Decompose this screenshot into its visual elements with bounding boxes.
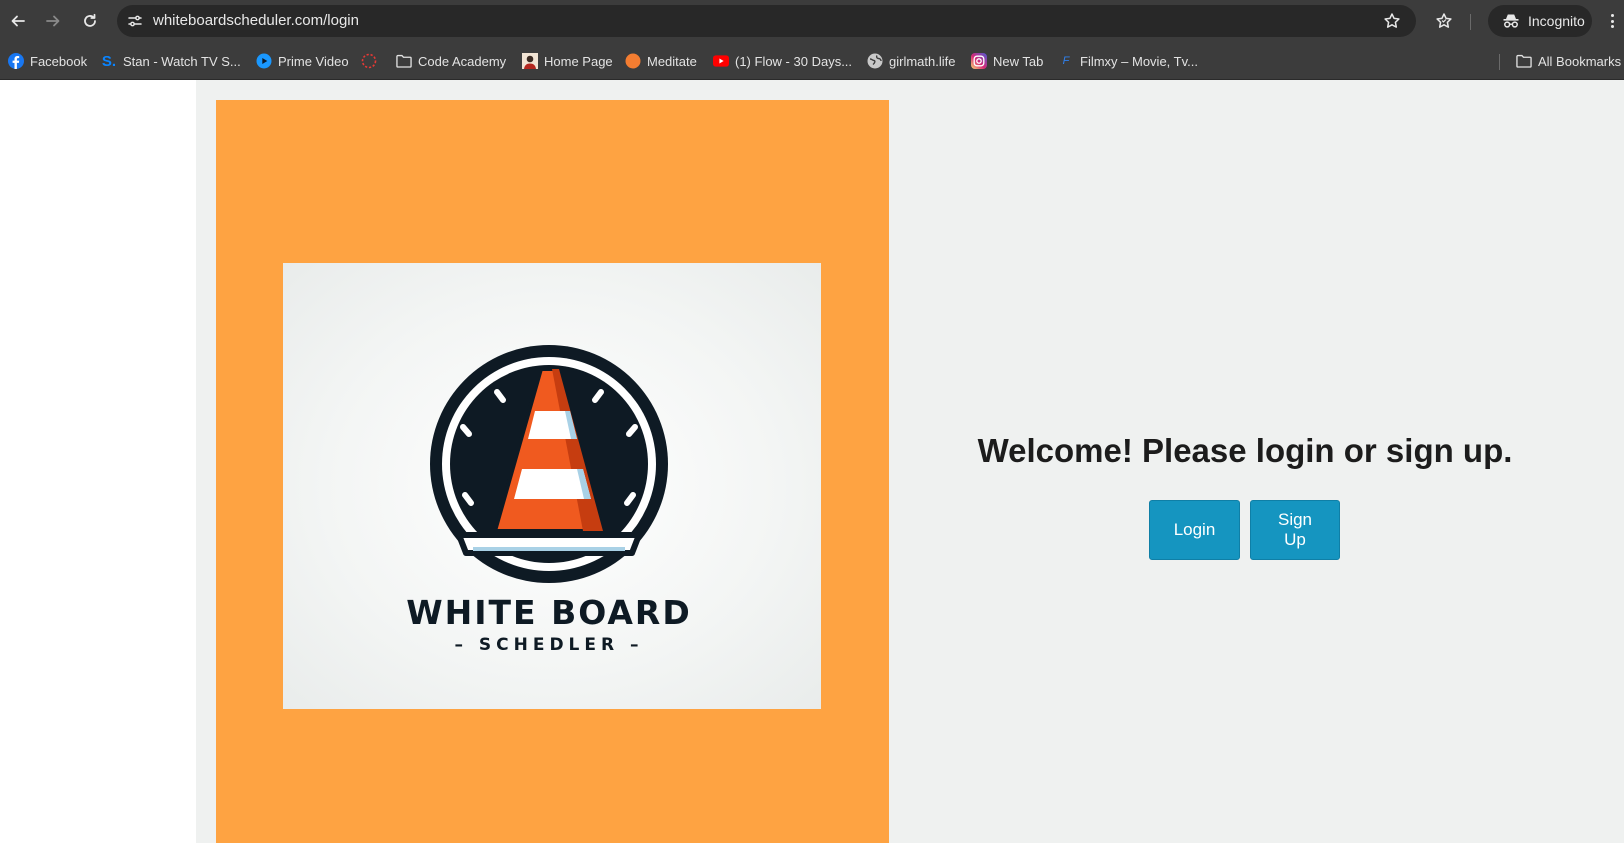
site-settings-icon[interactable] bbox=[125, 11, 145, 31]
bookmark-prime-video[interactable]: Prime Video bbox=[256, 50, 349, 72]
bookmark-home-page[interactable]: Home Page bbox=[522, 50, 613, 72]
bookmark-flow[interactable]: (1) Flow - 30 Days... bbox=[713, 50, 852, 72]
incognito-icon bbox=[1502, 12, 1520, 30]
url-text[interactable]: whiteboardscheduler.com/login bbox=[153, 12, 359, 29]
folder-icon bbox=[1516, 53, 1532, 69]
toolbar-divider bbox=[1470, 14, 1471, 30]
logo-title: WHITE BOARD bbox=[406, 593, 692, 632]
bookmarks-bar: Facebook S. Stan - Watch TV S... Prime V… bbox=[0, 43, 1624, 80]
bookmark-girlmath[interactable]: girlmath.life bbox=[867, 50, 955, 72]
incognito-label: Incognito bbox=[1528, 13, 1585, 29]
bookmark-facebook[interactable]: Facebook bbox=[8, 50, 87, 72]
globe-icon bbox=[867, 53, 883, 69]
browser-menu-icon[interactable] bbox=[1606, 11, 1618, 31]
loading-circle-icon bbox=[361, 53, 377, 69]
avatar-icon bbox=[522, 53, 538, 69]
reading-list-star-icon[interactable] bbox=[1434, 11, 1454, 31]
folder-icon bbox=[396, 53, 412, 69]
arrow-right-icon bbox=[46, 15, 60, 27]
bookmark-code-academy[interactable]: Code Academy bbox=[396, 50, 506, 72]
instagram-icon bbox=[971, 53, 987, 69]
stan-icon: S. bbox=[101, 52, 117, 70]
bookmark-stan[interactable]: S. Stan - Watch TV S... bbox=[101, 50, 241, 72]
incognito-indicator[interactable]: Incognito bbox=[1488, 5, 1592, 37]
filmxy-icon: F bbox=[1062, 55, 1070, 67]
bookmarks-divider bbox=[1499, 54, 1500, 70]
bookmark-meditate[interactable]: Meditate bbox=[625, 50, 697, 72]
login-button[interactable]: Login bbox=[1149, 500, 1240, 560]
logo-subtitle: – SCHEDLER – bbox=[454, 635, 643, 655]
browser-toolbar: whiteboardscheduler.com/login Incognito bbox=[0, 0, 1624, 43]
back-button[interactable] bbox=[6, 9, 30, 33]
signup-button[interactable]: Sign Up bbox=[1250, 500, 1340, 560]
welcome-heading: Welcome! Please login or sign up. bbox=[977, 432, 1513, 469]
reload-button[interactable] bbox=[78, 9, 102, 33]
prime-video-icon bbox=[256, 53, 272, 69]
arrow-left-icon bbox=[11, 15, 25, 27]
bookmark-loading[interactable] bbox=[361, 50, 383, 72]
page-content: WHITE BOARD – SCHEDLER – Welcome! Please… bbox=[0, 80, 1624, 843]
forward-button[interactable] bbox=[41, 9, 65, 33]
address-bar[interactable]: whiteboardscheduler.com/login bbox=[117, 5, 1416, 37]
bookmark-filmxy[interactable]: F Filmxy – Movie, Tv... bbox=[1058, 50, 1198, 72]
bookmark-star-icon[interactable] bbox=[1382, 11, 1402, 31]
youtube-icon bbox=[713, 53, 729, 69]
all-bookmarks[interactable]: All Bookmarks bbox=[1516, 50, 1621, 72]
app-logo: WHITE BOARD – SCHEDLER – bbox=[283, 263, 821, 709]
facebook-icon bbox=[8, 53, 24, 69]
page-left-margin bbox=[0, 80, 196, 843]
orange-dot-icon bbox=[625, 53, 641, 69]
reload-icon bbox=[84, 13, 96, 27]
bookmark-new-tab[interactable]: New Tab bbox=[971, 50, 1043, 72]
